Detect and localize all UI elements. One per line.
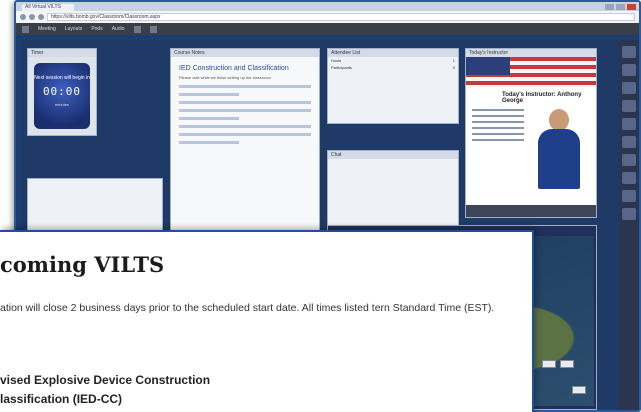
app-logo-icon — [22, 25, 29, 33]
toolbar-icon[interactable] — [133, 25, 141, 33]
instructor-heading: Today's Instructor: Anthony George — [502, 92, 582, 104]
bullet-line — [472, 115, 524, 117]
bullet-line — [472, 121, 524, 123]
notes-title: IED Construction and Classification — [179, 65, 289, 72]
notes-text-line — [179, 109, 311, 112]
map-zoom-button[interactable] — [560, 360, 574, 368]
instructor-pod: Today's Instructor Today's Instructor: A… — [465, 48, 597, 218]
rail-icon[interactable] — [622, 172, 636, 184]
rail-icon[interactable] — [622, 208, 636, 220]
pod-header: Attendee List — [328, 49, 458, 57]
timer-unit: minutes — [54, 102, 69, 107]
back-icon[interactable] — [20, 14, 26, 20]
bullet-line — [472, 133, 524, 135]
bullet-line — [472, 127, 524, 129]
list-item[interactable]: Hosts 1 — [328, 57, 458, 64]
pod-header: Today's Instructor — [466, 49, 596, 57]
course-title-line: vised Explosive Device Construction — [0, 373, 211, 387]
flag-canton — [466, 57, 510, 75]
registration-notice: ation will close 2 business days prior t… — [0, 302, 495, 314]
pod-header: Chat — [328, 151, 458, 159]
attendee-group: Participants — [331, 65, 352, 70]
rail-icon[interactable] — [622, 118, 636, 130]
rail-icon[interactable] — [622, 82, 636, 94]
attendee-count: 0 — [452, 65, 455, 70]
minimize-icon[interactable] — [605, 3, 614, 10]
menu-item-layouts[interactable]: Layouts — [65, 26, 83, 32]
notes-subtitle: Please wait while we finish setting up t… — [179, 75, 271, 80]
notes-text-line — [179, 141, 239, 144]
address-bar: https://vilts.bomb.gov/Classroom/Classro… — [16, 11, 639, 23]
refresh-icon[interactable] — [38, 14, 44, 20]
menu-item-meeting[interactable]: Meeting — [38, 26, 56, 32]
notes-text-line — [179, 85, 311, 88]
notes-text-line — [179, 101, 311, 104]
pod-header: Course Notes — [171, 49, 319, 57]
list-item[interactable]: Participants 0 — [328, 64, 458, 71]
rail-icon[interactable] — [622, 190, 636, 202]
instructor-content — [466, 109, 596, 199]
notes-text-line — [179, 133, 311, 136]
maximize-icon[interactable] — [616, 3, 625, 10]
rail-icon[interactable] — [622, 46, 636, 58]
photo-torso — [538, 129, 580, 189]
timer-pod: Timer Next session will begin in 00:00 m… — [27, 48, 97, 136]
attendee-count: 1 — [452, 58, 455, 63]
page-title: coming VILTS — [0, 252, 165, 277]
rail-icon[interactable] — [622, 136, 636, 148]
timer-label: Next session will begin in — [34, 75, 90, 81]
forward-icon[interactable] — [29, 14, 35, 20]
toolbar-icon[interactable] — [149, 25, 157, 33]
instructor-photo — [534, 109, 584, 199]
timer-value: 00:00 — [42, 85, 82, 98]
map-layer-button[interactable] — [572, 386, 586, 394]
course-title-line: lassification (IED-CC) — [0, 392, 123, 406]
right-tool-rail — [619, 40, 639, 410]
window-controls — [605, 3, 639, 10]
rail-icon[interactable] — [622, 154, 636, 166]
menu-item-audio[interactable]: Audio — [112, 26, 125, 32]
map-zoom-button[interactable] — [542, 360, 556, 368]
attendee-pod: Attendee List Hosts 1 Participants 0 — [327, 48, 459, 124]
upcoming-vilts-card: coming VILTS ation will close 2 business… — [0, 230, 534, 412]
bio-bullets — [466, 109, 524, 199]
close-icon[interactable] — [627, 3, 636, 10]
attendee-group: Hosts — [331, 58, 342, 63]
menu-item-pods[interactable]: Pods — [91, 26, 102, 32]
photo-head — [549, 109, 569, 131]
media-controls[interactable] — [466, 205, 596, 217]
course-title[interactable]: vised Explosive Device Construction lass… — [0, 371, 520, 409]
url-field[interactable]: https://vilts.bomb.gov/Classroom/Classro… — [47, 13, 635, 21]
notes-text-line — [179, 93, 239, 96]
rail-icon[interactable] — [622, 64, 636, 76]
countdown-timer: Next session will begin in 00:00 minutes — [34, 63, 90, 129]
browser-tab-bar: All Virtual VILTS — [16, 2, 639, 11]
browser-tab[interactable]: All Virtual VILTS — [22, 4, 74, 11]
notes-text-line — [179, 125, 311, 128]
bullet-line — [472, 109, 524, 111]
chat-pod: Chat — [327, 150, 459, 228]
app-menu-bar: Meeting Layouts Pods Audio — [16, 23, 639, 35]
rail-icon[interactable] — [622, 100, 636, 112]
pod-header: Timer — [28, 49, 96, 57]
bullet-line — [472, 139, 524, 141]
notes-text-line — [179, 117, 239, 120]
flag-banner — [466, 57, 596, 87]
